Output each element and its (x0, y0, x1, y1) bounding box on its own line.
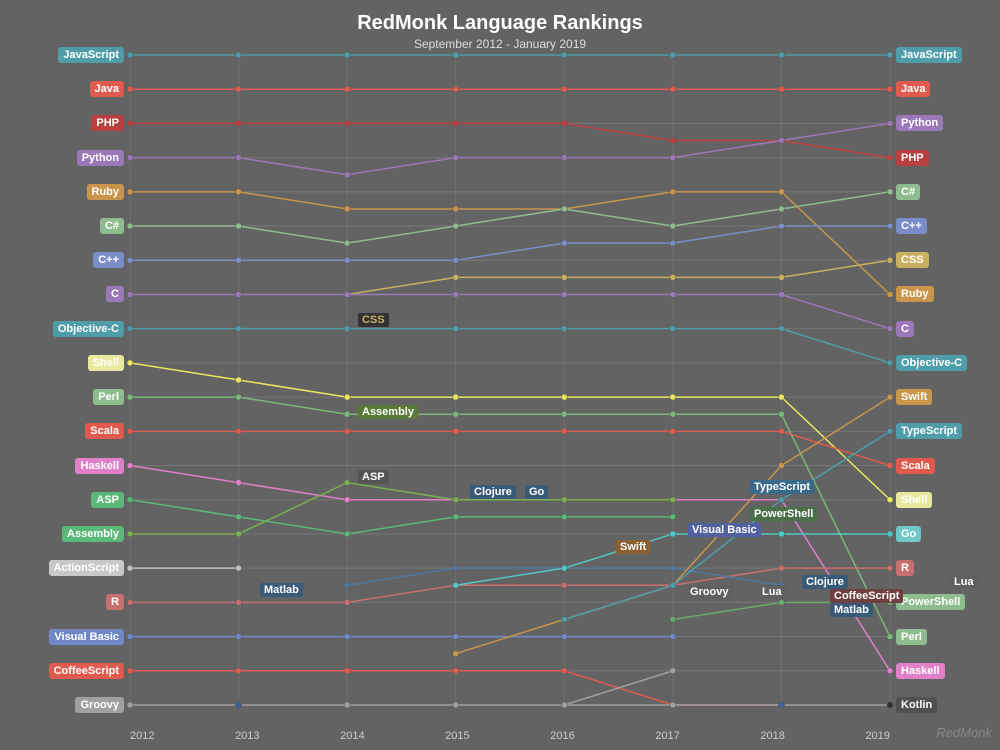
year-label-2018: 2018 (760, 730, 784, 742)
left-label-php: PHP (91, 115, 124, 131)
right-label-shell: Shell (896, 492, 932, 508)
annotation-matlab: Matlab (260, 583, 303, 597)
annotation-coffeescript: CoffeeScript (830, 589, 903, 603)
left-label-c++: C++ (93, 252, 124, 268)
watermark: RedMonk (936, 725, 992, 740)
left-label-c#: C# (100, 218, 124, 234)
right-label-javascript: JavaScript (896, 47, 962, 63)
left-label-scala: Scala (85, 423, 124, 439)
annotation-asp: ASP (358, 470, 389, 484)
chart-lines (130, 55, 890, 705)
right-label-kotlin: Kotlin (896, 697, 937, 713)
annotation-clojure: Clojure (802, 575, 848, 589)
right-label-powershell: PowerShell (896, 594, 965, 610)
year-labels: 2012 2013 2014 2015 2016 2017 2018 2019 (130, 730, 890, 742)
right-label-haskell: Haskell (896, 663, 945, 679)
annotation-powershell: PowerShell (750, 507, 817, 521)
year-label-2017: 2017 (655, 730, 679, 742)
right-label-c#: C# (896, 184, 920, 200)
left-label-objective-c: Objective-C (53, 321, 124, 337)
right-label-typescript: TypeScript (896, 423, 962, 439)
left-label-perl: Perl (93, 389, 124, 405)
annotation-groovy: Groovy (686, 585, 733, 599)
annotation-typescript: TypeScript (750, 480, 814, 494)
left-labels: JavaScriptJavaPHPPythonRubyC#C++CObjecti… (0, 55, 128, 705)
annotation-lua: Lua (950, 575, 978, 589)
year-label-2016: 2016 (550, 730, 574, 742)
annotation-go: Go (525, 485, 548, 499)
annotation-assembly: Assembly (358, 405, 418, 419)
chart-area (130, 55, 890, 705)
chart-title: RedMonk Language Rankings (0, 0, 1000, 35)
left-label-r: R (106, 594, 124, 610)
left-label-actionscript: ActionScript (49, 560, 124, 576)
annotation-lua: Lua (758, 585, 786, 599)
right-label-ruby: Ruby (896, 286, 934, 302)
year-label-2012: 2012 (130, 730, 154, 742)
right-labels: JavaScriptJavaPythonPHPC#C++CSSRubyCObje… (892, 55, 1000, 705)
right-label-r: R (896, 560, 914, 576)
year-label-2015: 2015 (445, 730, 469, 742)
annotation-swift: Swift (616, 540, 650, 554)
left-label-coffeescript: CoffeeScript (49, 663, 124, 679)
left-label-groovy: Groovy (75, 697, 124, 713)
annotation-clojure: Clojure (470, 485, 516, 499)
left-label-assembly: Assembly (62, 526, 124, 542)
left-label-shell: Shell (88, 355, 124, 371)
right-label-swift: Swift (896, 389, 932, 405)
right-label-c++: C++ (896, 218, 927, 234)
right-label-scala: Scala (896, 458, 935, 474)
right-label-python: Python (896, 115, 943, 131)
left-label-javascript: JavaScript (58, 47, 124, 63)
left-label-visual-basic: Visual Basic (49, 629, 124, 645)
right-label-php: PHP (896, 150, 929, 166)
year-label-2019: 2019 (865, 730, 889, 742)
left-label-ruby: Ruby (87, 184, 125, 200)
right-label-c: C (896, 321, 914, 337)
annotation-css: CSS (358, 313, 389, 327)
chart-container: RedMonk Language Rankings September 2012… (0, 0, 1000, 750)
right-label-css: CSS (896, 252, 929, 268)
annotation-visual-basic: Visual Basic (688, 523, 761, 537)
left-label-haskell: Haskell (75, 458, 124, 474)
year-label-2013: 2013 (235, 730, 259, 742)
year-label-2014: 2014 (340, 730, 364, 742)
right-label-java: Java (896, 81, 930, 97)
chart-subtitle: September 2012 - January 2019 (0, 37, 1000, 51)
left-label-java: Java (90, 81, 124, 97)
right-label-objective-c: Objective-C (896, 355, 967, 371)
annotation-matlab: Matlab (830, 603, 873, 617)
left-label-asp: ASP (91, 492, 124, 508)
left-label-python: Python (77, 150, 124, 166)
right-label-go: Go (896, 526, 921, 542)
right-label-perl: Perl (896, 629, 927, 645)
left-label-c: C (106, 286, 124, 302)
